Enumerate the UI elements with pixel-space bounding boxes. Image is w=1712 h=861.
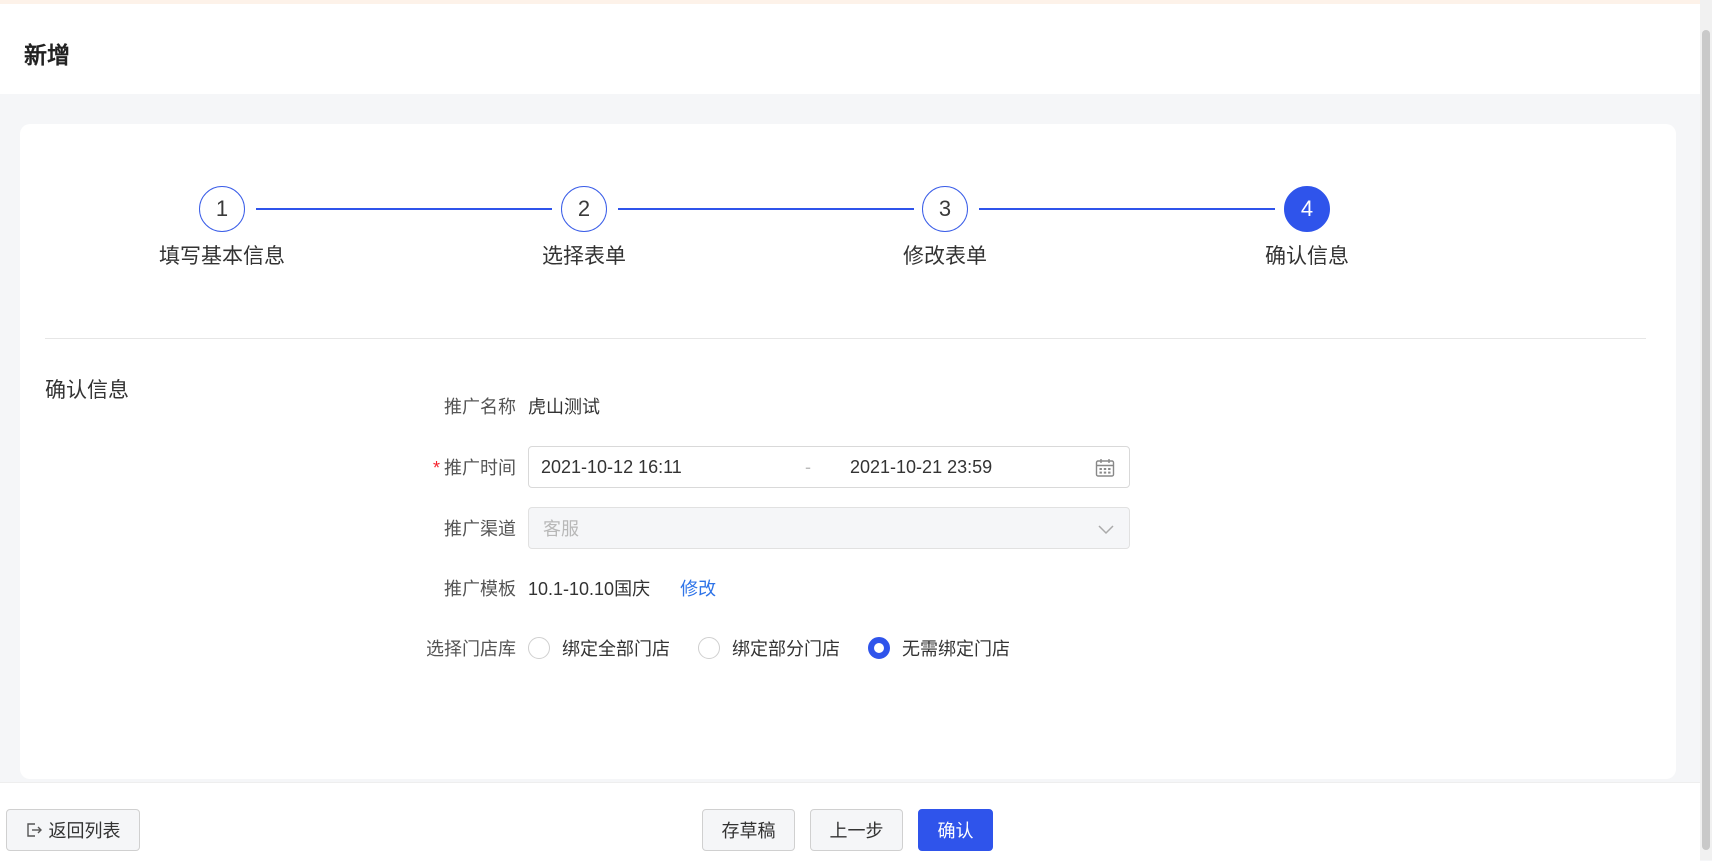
calendar-icon[interactable] [1095, 458, 1115, 478]
chevron-down-icon [1098, 525, 1114, 535]
footer-action-bar: 返回列表 存草稿 上一步 确认 [0, 782, 1700, 861]
step-4-number: 4 [1284, 186, 1330, 232]
required-mark: * [432, 458, 440, 478]
vertical-scrollbar[interactable] [1700, 0, 1712, 860]
channel-select[interactable]: 客服 [528, 507, 1130, 549]
page-title: 新增 [24, 42, 70, 68]
radio-bind-all-stores[interactable]: 绑定全部门店 [528, 635, 670, 661]
store-label: 选择门店库 [426, 639, 516, 659]
confirm-button[interactable]: 确认 [918, 809, 993, 851]
step-3-number: 3 [922, 186, 968, 232]
range-separator: - [805, 456, 811, 477]
save-draft-button[interactable]: 存草稿 [702, 809, 795, 851]
section-divider [45, 338, 1646, 339]
step-4-current: 4 确认信息 [1207, 186, 1407, 270]
template-edit-link[interactable]: 修改 [680, 575, 716, 601]
name-label: 推广名称 [444, 397, 516, 417]
radio-label: 绑定部分门店 [732, 639, 840, 659]
channel-label: 推广渠道 [444, 519, 516, 539]
scrollbar-thumb[interactable] [1702, 30, 1710, 850]
previous-step-button[interactable]: 上一步 [810, 809, 903, 851]
date-range-picker[interactable]: 2021-10-12 16:11 - 2021-10-21 23:59 [528, 446, 1130, 488]
radio-circle-checked[interactable] [868, 637, 890, 659]
range-end-input[interactable]: 2021-10-21 23:59 [850, 457, 992, 478]
radio-label: 绑定全部门店 [562, 639, 670, 659]
form-row-time: * 推广时间 2021-10-12 16:11 - 2021-10-21 23:5… [360, 445, 1130, 489]
step-1: 1 填写基本信息 [122, 186, 322, 270]
time-label-wrap: * 推广时间 [360, 454, 528, 480]
radio-circle-unchecked[interactable] [698, 637, 720, 659]
step-1-number: 1 [199, 186, 245, 232]
radio-bind-some-stores[interactable]: 绑定部分门店 [698, 635, 840, 661]
template-label: 推广模板 [444, 579, 516, 599]
back-to-list-button[interactable]: 返回列表 [6, 809, 140, 851]
time-label: 推广时间 [444, 458, 516, 478]
form-row-name: 推广名称 虎山测试 [360, 384, 600, 428]
main-card: 1 填写基本信息 2 选择表单 3 修改表单 4 确认信息 确认信息 推广名称 … [20, 124, 1676, 779]
radio-label: 无需绑定门店 [902, 639, 1010, 659]
page-header: 新增 [0, 4, 1700, 94]
step-1-label: 填写基本信息 [159, 245, 285, 268]
step-2-label: 选择表单 [542, 245, 626, 268]
exit-icon [26, 823, 42, 837]
step-4-label: 确认信息 [1265, 245, 1349, 268]
step-2: 2 选择表单 [484, 186, 684, 270]
step-3: 3 修改表单 [845, 186, 1045, 270]
section-title: 确认信息 [45, 379, 129, 402]
form-row-channel: 推广渠道 客服 [360, 506, 1130, 550]
step-2-number: 2 [561, 186, 607, 232]
radio-no-store-binding[interactable]: 无需绑定门店 [868, 635, 1010, 661]
store-radio-group: 绑定全部门店 绑定部分门店 无需绑定门店 [528, 635, 1038, 661]
template-value: 10.1-10.10国庆 [528, 579, 651, 599]
range-start-input[interactable]: 2021-10-12 16:11 [541, 457, 805, 478]
name-value: 虎山测试 [528, 397, 600, 417]
radio-circle-unchecked[interactable] [528, 637, 550, 659]
back-to-list-label: 返回列表 [48, 821, 121, 841]
step-3-label: 修改表单 [903, 245, 987, 268]
channel-select-value: 客服 [543, 519, 579, 539]
form-row-template: 推广模板 10.1-10.10国庆 修改 [360, 566, 716, 610]
form-row-store: 选择门店库 绑定全部门店 绑定部分门店 无需绑定门店 [360, 626, 1038, 670]
